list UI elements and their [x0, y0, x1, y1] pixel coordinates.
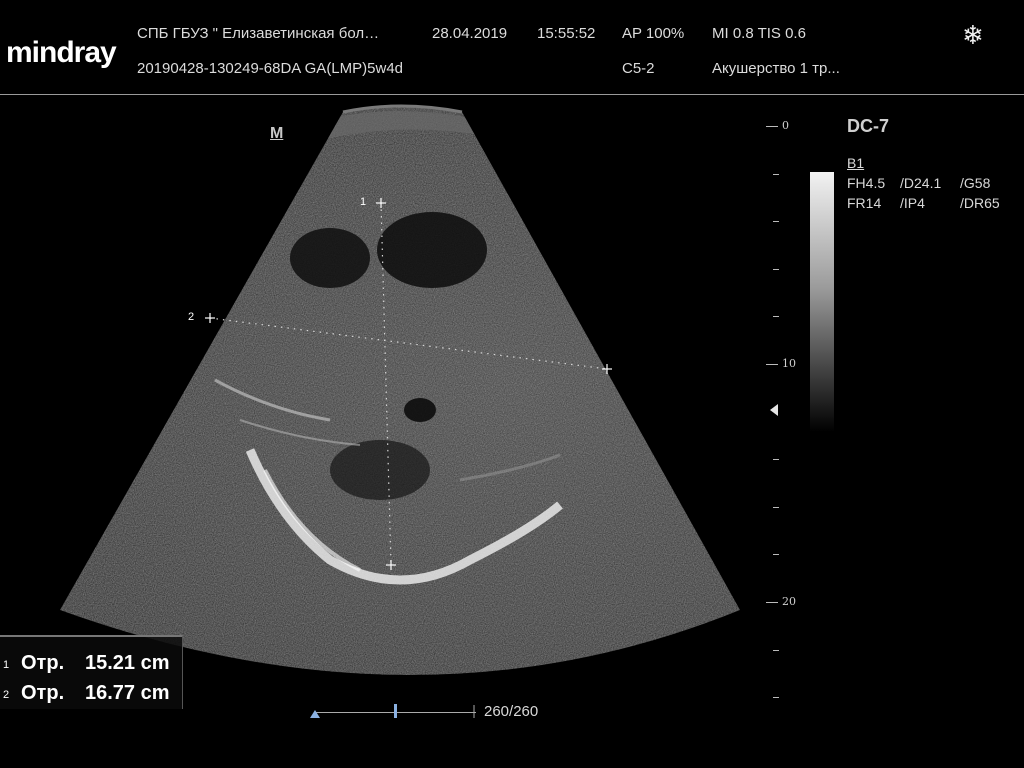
institution-name: СПБ ГБУЗ " Елизаветинская бол… — [137, 25, 380, 42]
acoustic-power: AP 100% — [622, 25, 685, 42]
snowflake-icon[interactable]: ❄ — [962, 20, 984, 51]
param-fr: FR14 — [847, 195, 882, 211]
caliper-2-label: 2 — [188, 311, 195, 323]
probe-setting: DC-7 — [847, 116, 890, 136]
depth-label-10: 10 — [782, 357, 796, 370]
grayscale-bar — [810, 172, 834, 432]
exam-date: 28.04.2019 — [432, 25, 508, 42]
header-divider — [0, 94, 1024, 95]
measurement-panel: 1 Отр. 15.21 cm 2 Отр. 16.77 cm — [0, 635, 183, 709]
param-dr: /DR65 — [960, 195, 1000, 211]
cine-start-marker[interactable] — [310, 710, 320, 718]
param-ip: /IP4 — [900, 195, 925, 211]
param-depth: /D24.1 — [900, 175, 942, 191]
measurement-1-value: 15.21 cm — [85, 652, 170, 674]
mi-tis-index: MI 0.8 TIS 0.6 — [712, 25, 806, 42]
measurement-2-label: Отр. — [21, 682, 65, 704]
frame-counter: 260/260 — [484, 703, 539, 720]
caliper-1-label: 1 — [360, 196, 367, 208]
exam-id: 20190428-130249-68DA GA(LMP)5w4d — [137, 60, 404, 77]
depth-label-0: 0 — [782, 119, 789, 132]
exam-preset: Акушерство 1 тр... — [712, 60, 840, 77]
mindray-logo: mindray — [6, 36, 117, 69]
measurement-1-label: Отр. — [21, 652, 65, 674]
param-gain: /G58 — [960, 175, 991, 191]
probe-model: C5-2 — [622, 60, 655, 77]
orientation-marker: M — [270, 125, 284, 142]
exam-time: 15:55:52 — [537, 25, 596, 42]
focus-triangle-icon[interactable] — [770, 404, 778, 416]
caliper-2-start-marker[interactable] — [205, 313, 215, 323]
measurement-2-index: 2 — [3, 689, 10, 701]
depth-label-20: 20 — [782, 595, 796, 608]
measurement-2-value: 16.77 cm — [85, 682, 170, 704]
measurement-1-index: 1 — [3, 659, 10, 671]
cine-playhead[interactable] — [394, 704, 397, 718]
imaging-mode: B1 — [847, 155, 865, 171]
param-fh: FH4.5 — [847, 175, 886, 191]
